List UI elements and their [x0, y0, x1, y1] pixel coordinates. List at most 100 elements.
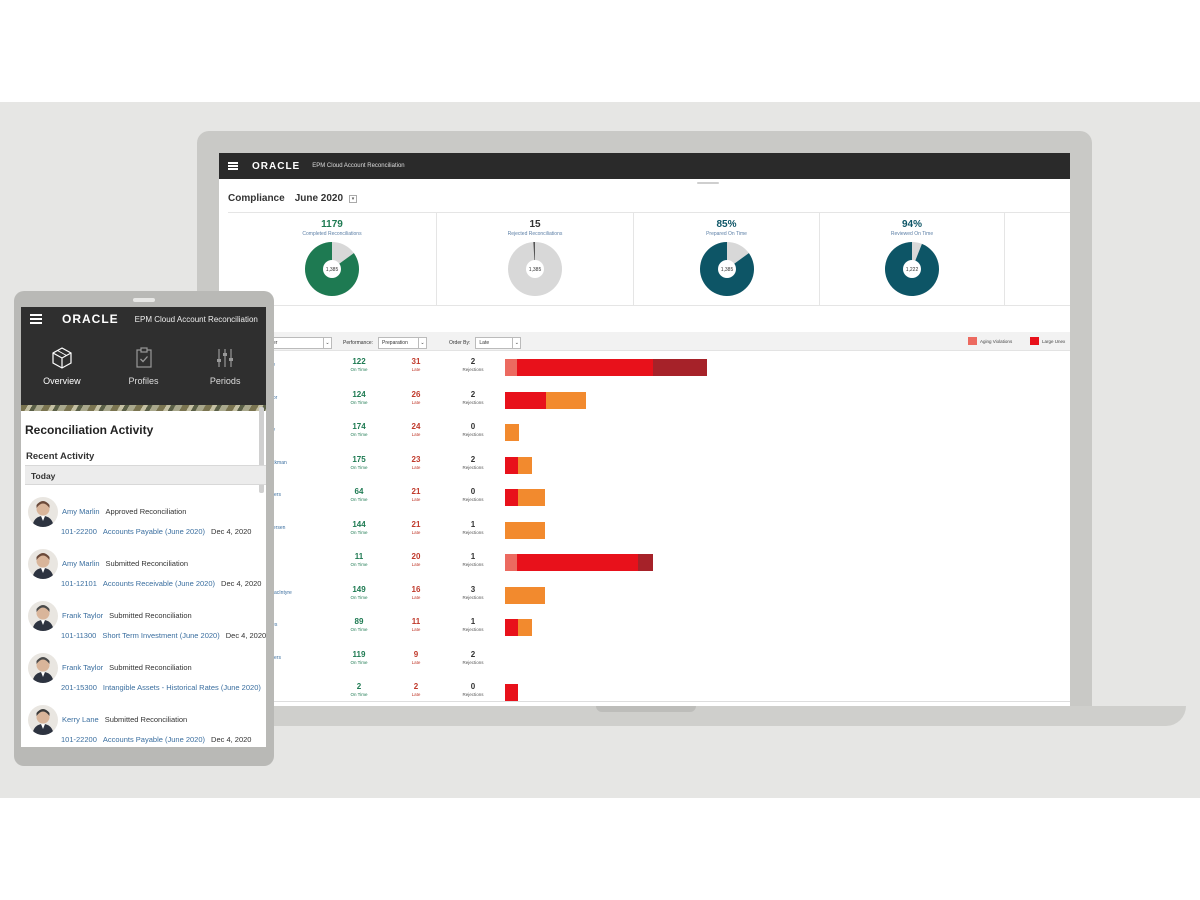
violations-bar[interactable] — [505, 456, 532, 474]
activity-item[interactable]: Amy Marlin Approved Reconciliation 101-222… — [21, 496, 266, 548]
on-time-stat: 89 On Time — [339, 617, 379, 632]
table-row[interactable]: eparers64On Time21Late0Rejections — [219, 481, 1070, 513]
activity-item[interactable]: Frank Taylor Submitted Reconciliation 101-… — [21, 600, 266, 652]
rejections-count: 2 — [470, 649, 476, 659]
on-time-stat: 149 On Time — [339, 585, 379, 600]
account-name-link[interactable]: Intangible Assets - Historical Rates (Ju… — [103, 683, 261, 692]
violations-bar[interactable] — [505, 684, 518, 701]
bar-segment-red — [505, 489, 518, 506]
group-select[interactable]: er ⌄ — [269, 337, 332, 349]
table-row[interactable]: Taylor124On Time26Late2Rejections — [219, 384, 1070, 416]
late-label: Late — [411, 464, 421, 470]
activity-item[interactable]: Kerry Lane Submitted Reconciliation 101-22… — [21, 704, 266, 747]
legend-swatch — [968, 337, 977, 345]
kpi-reviewed[interactable]: 94% Reviewed On Time 1,222 — [820, 213, 1005, 306]
user-link[interactable]: Frank Taylor — [62, 611, 103, 620]
on-time-count: 174 — [352, 422, 366, 431]
nav-periods[interactable]: Periods — [184, 331, 266, 405]
table-row[interactable]: eparers119On Time9Late2Rejections — [219, 644, 1070, 676]
rejections-stat: 3 Rejections — [453, 585, 493, 600]
nav-label: Overview — [43, 376, 81, 386]
violations-bar[interactable] — [505, 489, 545, 506]
violations-bar[interactable] — [505, 521, 545, 539]
table-row[interactable]: Jones89On Time11Late1Rejections — [219, 611, 1070, 643]
group-filter[interactable]: er ⌄ — [269, 337, 332, 349]
legend-large: Large Unex — [1030, 337, 1065, 345]
activity-date: Dec 4, 2020 — [225, 631, 266, 640]
late-stat: 21 Late — [396, 520, 436, 535]
menu-icon[interactable] — [228, 162, 238, 170]
violations-bar[interactable] — [505, 554, 653, 571]
bar-segment-orange — [505, 424, 519, 441]
kpi-value: 15 — [529, 219, 541, 230]
desktop-screen: ORACLE EPM Cloud Account Reconciliation … — [219, 153, 1070, 706]
rejections-stat: 0 Rejections — [453, 422, 493, 437]
rejections-count: 2 — [470, 389, 476, 399]
account-code-link[interactable]: 101-22200 — [61, 527, 97, 536]
activity-date: Dec 4, 2020 — [211, 527, 252, 536]
order-select[interactable]: Late ⌄ — [475, 337, 522, 349]
violations-bar[interactable] — [505, 391, 586, 409]
table-row[interactable]: Andersen 144 On Time 21 Late 1 Rejections — [219, 514, 1070, 546]
violations-bar[interactable] — [505, 359, 707, 376]
on-time-label: On Time — [350, 399, 368, 405]
kpi-rejected[interactable]: 15 Rejected Reconciliations 1,385 — [437, 213, 634, 306]
kpi-label: Prepared On Time — [706, 231, 747, 237]
performance-select[interactable]: Preparation ⌄ — [378, 337, 428, 349]
late-label: Late — [411, 594, 421, 600]
account-code-link[interactable]: 101-12101 — [61, 579, 97, 588]
tablet-nav: Overview Profiles Periods — [21, 331, 266, 405]
user-link[interactable]: Kerry Lane — [62, 715, 99, 724]
bar-segment-red — [517, 359, 653, 376]
on-time-label: On Time — [350, 529, 368, 535]
activity-detail: 201-15300 Intangible Assets - Historical … — [61, 683, 266, 692]
activity-item[interactable]: Frank Taylor Submitted Reconciliation 201-… — [21, 652, 266, 704]
user-link[interactable]: Amy Marlin — [62, 507, 100, 516]
rejections-count: 0 — [470, 682, 476, 691]
table-row[interactable]: Fetty174On Time24Late0Rejections — [219, 416, 1070, 448]
table-row[interactable]: t Jackman 175 On Time 23 Late 2 Rejections — [219, 449, 1070, 481]
account-code-link[interactable]: 101-22200 — [61, 735, 97, 744]
period-dropdown-icon[interactable]: ▾ — [349, 194, 358, 203]
kpi-prepared[interactable]: 85% Prepared On Time 1,385 — [634, 213, 820, 306]
account-name-link[interactable]: Accounts Receivable (June 2020) — [103, 579, 215, 588]
bar-segment-red — [505, 456, 518, 474]
table-row[interactable]: 111On Time20Late1Rejections — [219, 546, 1070, 578]
account-code-link[interactable]: 101-11300 — [61, 631, 96, 640]
account-name-link[interactable]: Accounts Payable (June 2020) — [103, 735, 205, 744]
late-stat: 2 Late — [396, 682, 436, 697]
user-photo-icon — [28, 653, 58, 683]
nav-profiles[interactable]: Profiles — [103, 331, 185, 405]
violations-bar[interactable] — [505, 619, 532, 636]
user-photo-icon — [28, 705, 58, 735]
violations-bar[interactable] — [505, 424, 519, 441]
user-link[interactable]: Frank Taylor — [62, 663, 103, 672]
rejections-stat: 2 Rejections — [453, 650, 493, 665]
activity-action: Submitted Reconciliation — [109, 663, 192, 672]
user-link[interactable]: Amy Marlin — [62, 559, 100, 568]
kpi-panel: 1179 Completed Reconciliations 1,385 15 … — [228, 212, 1070, 306]
rejections-count: 3 — [470, 584, 476, 594]
rejections-label: Rejections — [462, 594, 484, 600]
on-time-stat: 119 On Time — [339, 650, 379, 665]
activity-item[interactable]: Amy Marlin Submitted Reconciliation 101-12… — [21, 548, 266, 600]
on-time-count: 124 — [352, 389, 366, 399]
rejections-label: Rejections — [462, 432, 484, 437]
late-stat: 20 Late — [396, 552, 436, 567]
account-name-link[interactable]: Short Term Investment (June 2020) — [102, 631, 219, 640]
activity-action: Approved Reconciliation — [105, 507, 187, 516]
late-label: Late — [411, 432, 421, 437]
account-name-link[interactable]: Accounts Payable (June 2020) — [103, 527, 205, 536]
table-row[interactable]: rd MacIntyre 149 On Time 16 Late 3 Rejections — [219, 579, 1070, 611]
drag-handle[interactable] — [697, 182, 719, 184]
table-row[interactable]: Lane122On Time31Late2Rejections — [219, 351, 1070, 383]
late-label: Late — [411, 692, 421, 697]
bar-segment-orange — [518, 456, 532, 474]
nav-overview[interactable]: Overview — [21, 331, 103, 405]
cube-icon — [52, 347, 72, 369]
menu-icon[interactable] — [30, 314, 42, 324]
tablet-speaker — [133, 298, 155, 302]
account-code-link[interactable]: 201-15300 — [61, 683, 97, 692]
on-time-count: 2 — [356, 682, 362, 691]
violations-bar[interactable] — [505, 586, 545, 604]
